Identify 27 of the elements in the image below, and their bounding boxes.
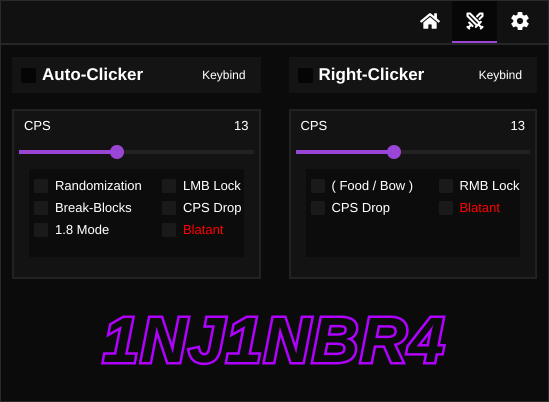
- slider-thumb[interactable]: [110, 144, 124, 158]
- option-label: CPS Drop: [332, 198, 390, 217]
- crossed-swords-icon: [464, 11, 484, 31]
- slider-label: CPS: [24, 117, 51, 135]
- slider-label: CPS: [300, 117, 328, 135]
- keybind-button[interactable]: Keybind: [472, 66, 528, 84]
- option-label: Break-Blocks: [55, 198, 132, 217]
- option-label: CPS Drop: [183, 198, 242, 217]
- nav-tab[interactable]: [452, 1, 497, 43]
- module-title: Auto-Clicker: [42, 64, 144, 86]
- module-title: Right-Clicker: [318, 64, 424, 86]
- option-label: 1.8 Mode: [55, 220, 110, 239]
- home-icon: [420, 11, 440, 31]
- settings-icon: [510, 11, 530, 31]
- option-label: RMB Lock: [460, 176, 520, 195]
- slider[interactable]: [296, 144, 530, 158]
- option-label: Blatant: [183, 220, 224, 239]
- keybind-button[interactable]: Keybind: [196, 66, 252, 84]
- slider-value: 13: [234, 117, 248, 135]
- option-label: Blatant: [460, 198, 500, 217]
- option-label: ( Food / Bow ): [332, 176, 414, 195]
- logo: 1NJ1NBR4: [102, 308, 446, 372]
- slider-thumb[interactable]: [386, 144, 401, 158]
- slider-value: 13: [510, 117, 525, 135]
- slider[interactable]: [19, 144, 254, 158]
- option-label: LMB Lock: [183, 176, 241, 195]
- option-label: Randomization: [55, 176, 142, 195]
